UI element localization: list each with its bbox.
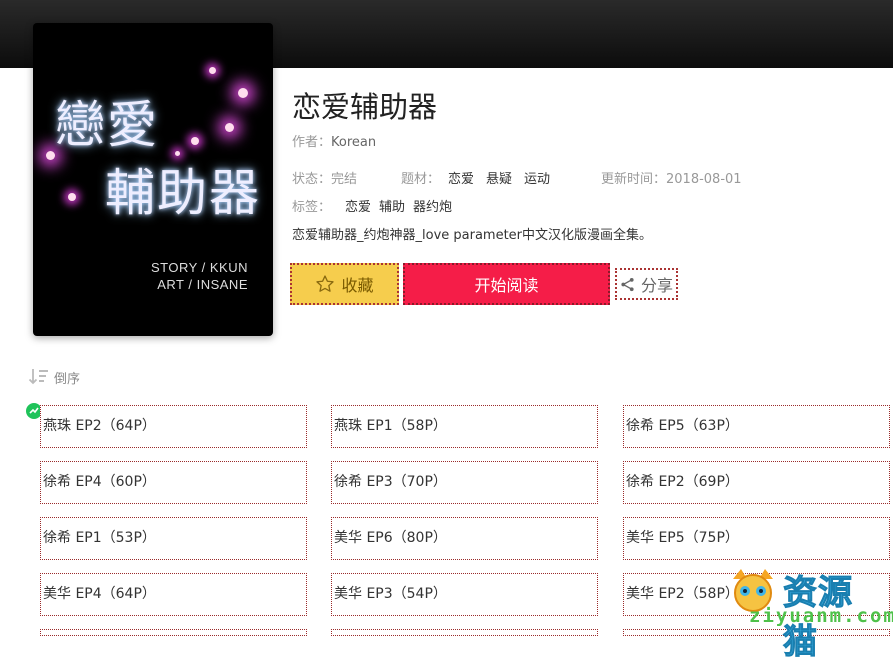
cover-credit-story: STORY / KKUN (150, 260, 248, 275)
genre-field: 题材： 恋爱 悬疑 运动 (401, 168, 550, 187)
favorite-label: 收藏 (341, 276, 374, 295)
cover-title-line2: 輔助器 (105, 164, 261, 222)
bokeh-dot (191, 137, 199, 145)
bokeh-dot (225, 123, 234, 132)
tag-link[interactable]: 器约炮 (413, 200, 452, 215)
episode-link[interactable]: 徐希 EP1（53P） (40, 517, 307, 560)
episode-link[interactable]: 徐希 EP5（63P） (623, 405, 890, 448)
episode-link[interactable]: 美华 EP6（80P） (331, 517, 598, 560)
sort-label: 倒序 (54, 371, 81, 387)
cover-credit-art: ART / INSANE (157, 277, 248, 292)
bokeh-dot (238, 88, 248, 98)
site-watermark: 资源猫 ziyuanm.com (727, 563, 893, 663)
episode-link[interactable] (331, 629, 598, 636)
share-icon (621, 277, 634, 291)
watermark-en-text: ziyuanm.com (749, 605, 893, 627)
genre-tag[interactable]: 运动 (524, 172, 550, 187)
author-label: 作者： (292, 135, 332, 150)
episode-link[interactable]: 美华 EP5（75P） (623, 517, 890, 560)
share-button[interactable]: 分享 (615, 268, 678, 300)
episode-link[interactable]: 徐希 EP4（60P） (40, 461, 307, 504)
sort-toggle[interactable]: 倒序 (28, 367, 80, 387)
genre-label: 题材： (401, 172, 441, 187)
favorite-button[interactable]: 收藏 (290, 263, 399, 305)
star-icon (316, 275, 335, 292)
tags-label: 标签： (292, 200, 332, 215)
comic-title: 恋爱辅助器 (292, 90, 438, 124)
episode-link[interactable]: 徐希 EP3（70P） (331, 461, 598, 504)
genre-tag[interactable]: 悬疑 (486, 172, 512, 187)
tags-field: 标签： 恋爱 辅助 器约炮 (292, 196, 452, 215)
status-value: 完结 (331, 172, 358, 187)
author-line: 作者：Korean (292, 131, 376, 150)
episode-link[interactable]: 美华 EP4（64P） (40, 573, 307, 616)
updated-field: 更新时间：2018-08-01 (601, 168, 742, 187)
bokeh-dot (68, 193, 76, 201)
episode-link[interactable]: 燕珠 EP2（64P） (40, 405, 307, 448)
episode-link[interactable]: 美华 EP3（54P） (331, 573, 598, 616)
status-label: 状态： (292, 172, 332, 187)
updated-date: 2018-08-01 (666, 172, 742, 187)
bokeh-dot (46, 151, 55, 160)
tag-link[interactable]: 辅助 (379, 200, 405, 215)
cover-title-line1: 戀愛 (55, 96, 159, 154)
episode-link[interactable]: 徐希 EP2（69P） (623, 461, 890, 504)
updated-label: 更新时间： (601, 172, 667, 187)
episode-link[interactable] (40, 629, 307, 636)
author-name[interactable]: Korean (331, 135, 376, 150)
genre-tag[interactable]: 恋爱 (448, 172, 474, 187)
bokeh-dot (209, 67, 216, 74)
episode-link[interactable]: 燕珠 EP1（58P） (331, 405, 598, 448)
start-reading-button[interactable]: 开始阅读 (403, 263, 610, 305)
sort-descending-icon (28, 369, 48, 385)
comic-description: 恋爱辅助器_约炮神器_love parameter中文汉化版漫画全集。 (292, 228, 653, 243)
share-label: 分享 (640, 276, 673, 295)
start-reading-label: 开始阅读 (474, 276, 539, 295)
tag-link[interactable]: 恋爱 (345, 200, 371, 215)
status-field: 状态：完结 (292, 168, 357, 187)
comic-cover[interactable]: 戀愛 輔助器 STORY / KKUN ART / INSANE (33, 23, 273, 336)
